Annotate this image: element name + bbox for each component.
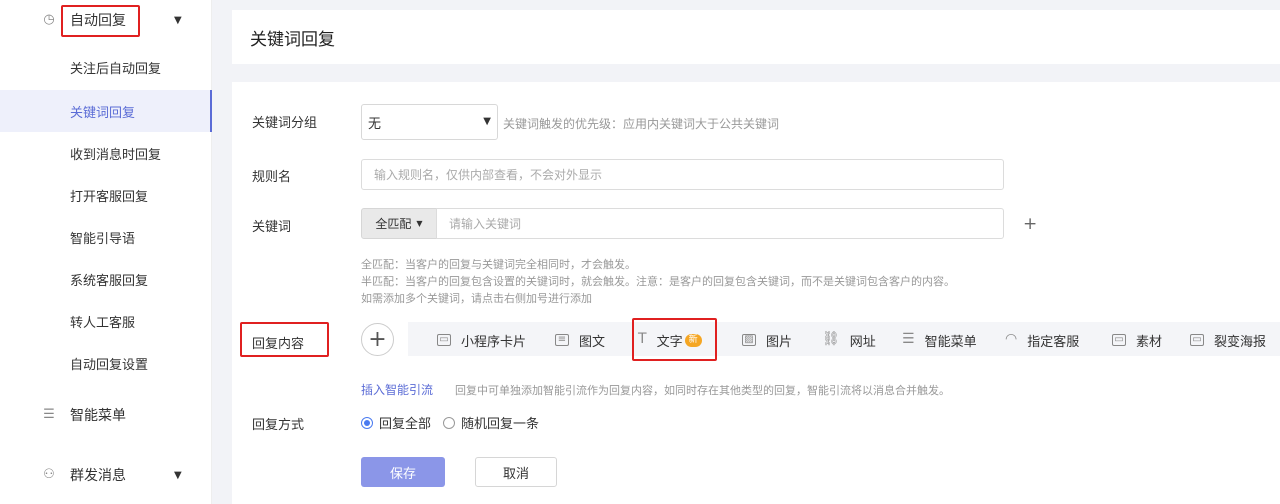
poster-icon: ▭ — [1190, 334, 1204, 346]
tool-link[interactable]: ⛓ 网址 — [822, 330, 876, 350]
sidebar-item-keyword-reply[interactable]: 关键词回复 — [0, 90, 212, 132]
page-header: 关键词回复 — [232, 10, 1280, 64]
rule-name-input[interactable]: 输入规则名，仅供内部查看，不会对外显示 — [361, 159, 1004, 190]
sidebar-item-open-service-reply[interactable]: 打开客服回复 — [0, 174, 212, 216]
match-note: 全匹配：当客户的回复与关键词完全相同时，才会触发。 — [361, 258, 636, 271]
rule-label: 规则名 — [252, 170, 292, 185]
add-keyword-icon[interactable]: + — [1023, 214, 1037, 234]
material-icon: ▭ — [1112, 334, 1126, 346]
insert-smart-traffic-link[interactable]: 插入智能引流 — [361, 381, 433, 398]
users-icon: ⚇ — [43, 467, 55, 482]
tool-image[interactable]: ▨ 图片 — [742, 330, 792, 350]
sidebar-group-autoreply[interactable]: ◷ 自动回复 ▼ — [0, 2, 212, 38]
chevron-down-icon: ▼ — [174, 14, 182, 26]
sidebar-item-autoreply-settings[interactable]: 自动回复设置 — [0, 342, 212, 384]
tool-text[interactable]: T 文字 新 — [638, 330, 702, 350]
tool-assign-service[interactable]: ◠ 指定客服 — [1005, 330, 1079, 350]
text-icon: T — [638, 331, 647, 347]
keyword-label: 关键词 — [252, 220, 292, 235]
headset-icon: ◠ — [1005, 331, 1018, 347]
match-note: 半匹配：当客户的回复包含设置的关键词时，就会触发。注意：是客户的回复包含关键词，… — [361, 275, 955, 288]
group-label: 关键词分组 — [252, 116, 318, 131]
tool-article[interactable]: ≡ 图文 — [555, 330, 605, 350]
menu-lines-icon: ☰ — [43, 407, 55, 422]
add-content-button[interactable]: + — [361, 323, 394, 356]
insert-hint: 回复中可单独添加智能引流作为回复内容，如同时存在其他类型的回复，智能引流将以消息… — [455, 384, 950, 397]
sidebar-group-label: 群发消息 — [70, 468, 126, 484]
reply-label: 回复内容 — [252, 337, 305, 352]
match-type-dropdown[interactable]: 全匹配 ▼ — [361, 208, 437, 239]
sidebar-item-message-reply[interactable]: 收到消息时回复 — [0, 132, 212, 174]
chevron-down-icon: ▼ — [174, 469, 182, 481]
sidebar-item-follow-reply[interactable]: 关注后自动回复 — [0, 46, 212, 88]
page-title: 关键词回复 — [250, 30, 335, 50]
cancel-button[interactable]: 取消 — [475, 457, 557, 487]
new-badge: 新 — [684, 333, 702, 347]
link-icon: ⛓ — [822, 331, 840, 347]
chevron-down-icon: ▼ — [483, 116, 491, 127]
sidebar-item-smart-guide[interactable]: 智能引导语 — [0, 216, 212, 258]
sidebar-group-broadcast[interactable]: ⚇ 群发消息 ▼ — [0, 457, 212, 493]
autoreply-icon: ◷ — [43, 12, 55, 27]
match-note: 如需添加多个关键词，请点击右侧加号进行添加 — [361, 292, 592, 305]
menu-icon: ☰ — [902, 331, 915, 347]
tool-miniprogram[interactable]: ▭ 小程序卡片 — [437, 330, 526, 350]
sidebar-group-label: 自动回复 — [70, 13, 126, 29]
article-icon: ≡ — [555, 334, 569, 346]
sidebar: ◷ 自动回复 ▼ 关注后自动回复 关键词回复 收到消息时回复 打开客服回复 智能… — [0, 0, 212, 504]
keyword-input[interactable]: 请输入关键词 — [436, 208, 1004, 239]
image-icon: ▨ — [742, 334, 756, 346]
miniprogram-icon: ▭ — [437, 334, 451, 346]
radio-reply-all[interactable]: 回复全部 — [361, 413, 431, 432]
radio-reply-random[interactable]: 随机回复一条 — [443, 413, 539, 432]
group-select[interactable]: 无 ▼ — [361, 104, 498, 140]
sidebar-item-system-reply[interactable]: 系统客服回复 — [0, 258, 212, 300]
tool-poster[interactable]: ▭ 裂变海报 — [1190, 330, 1266, 350]
chevron-down-icon: ▼ — [416, 219, 423, 228]
radio-checked — [361, 416, 373, 429]
mode-label: 回复方式 — [252, 418, 305, 433]
sidebar-group-label: 智能菜单 — [70, 408, 126, 424]
tool-smart-menu[interactable]: ☰ 智能菜单 — [902, 330, 977, 350]
sidebar-item-transfer-human[interactable]: 转人工客服 — [0, 300, 212, 342]
radio-unchecked — [443, 416, 455, 429]
save-button[interactable]: 保存 — [361, 457, 445, 487]
sidebar-group-smart-menu[interactable]: ☰ 智能菜单 — [0, 397, 212, 433]
group-hint: 关键词触发的优先级：应用内关键词大于公共关键词 — [503, 117, 780, 131]
tool-material[interactable]: ▭ 素材 — [1112, 330, 1162, 350]
